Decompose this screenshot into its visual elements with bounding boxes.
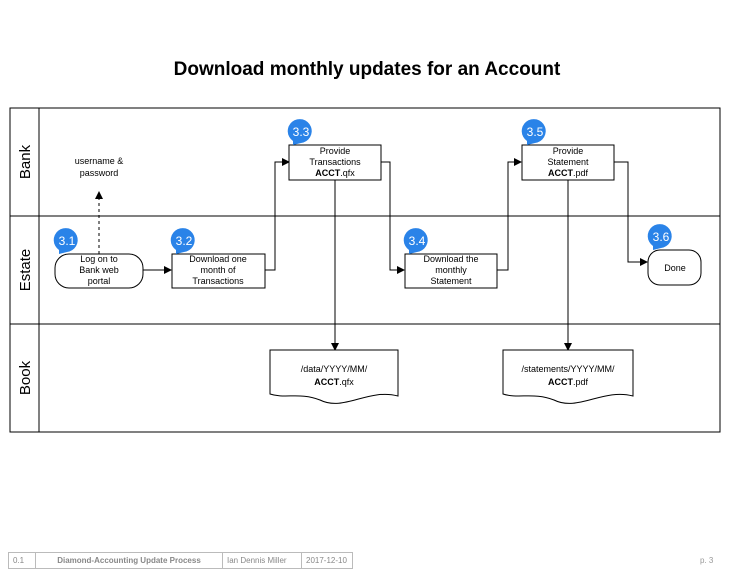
footer-info-bar: 0.1 Diamond-Accounting Update Process Ia… bbox=[8, 552, 353, 569]
step-3.3-line1: Provide bbox=[320, 146, 351, 156]
footer-document-title: Diamond-Accounting Update Process bbox=[35, 552, 223, 569]
step-3.2-line2: month of bbox=[200, 265, 236, 275]
step-3.5-line2: Statement bbox=[547, 157, 589, 167]
document-transactions-file-bold: ACCT bbox=[314, 377, 339, 387]
step-3.4-line1: Download the bbox=[423, 254, 478, 264]
document-transactions-path: /data/YYYY/MM/ bbox=[301, 364, 368, 374]
badge-3.4-label: 3.4 bbox=[409, 234, 426, 248]
step-3.5-file-ext: .pdf bbox=[573, 168, 589, 178]
step-3.5-file-bold: ACCT bbox=[548, 168, 573, 178]
badge-3.2-label: 3.2 bbox=[176, 234, 193, 248]
step-3.1-line1: Log on to bbox=[80, 254, 118, 264]
step-3.3-file: ACCT.qfx bbox=[315, 168, 355, 178]
page-number: p. 3 bbox=[700, 556, 714, 565]
footer-version: 0.1 bbox=[8, 552, 36, 569]
step-3.4-line2: monthly bbox=[435, 265, 467, 275]
step-3.3-file-bold: ACCT bbox=[315, 168, 340, 178]
step-3.4-download-statement[interactable]: Download the monthly Statement bbox=[404, 253, 498, 289]
step-3.3-line2: Transactions bbox=[309, 157, 361, 167]
step-3.1-logon[interactable]: Log on to Bank web portal bbox=[54, 253, 144, 289]
step-3.1-line3: portal bbox=[88, 276, 111, 286]
step-3.6-label: Done bbox=[664, 263, 686, 273]
step-3.5-provide-statement[interactable]: Provide Statement ACCT.pdf bbox=[521, 144, 615, 181]
document-statement-path: /statements/YYYY/MM/ bbox=[521, 364, 615, 374]
step-3.3-file-ext: .qfx bbox=[340, 168, 355, 178]
step-3.2-line1: Download one bbox=[189, 254, 247, 264]
step-3.5-file: ACCT.pdf bbox=[548, 168, 589, 178]
badge-3.5-label: 3.5 bbox=[527, 125, 544, 139]
document-statement-file-ext: .pdf bbox=[573, 377, 589, 387]
swimlane-diagram: Bank Estate Book username & password Log… bbox=[9, 107, 721, 433]
footer-date: 2017-12-10 bbox=[301, 552, 353, 569]
lane-label-book: Book bbox=[17, 360, 34, 395]
step-3.2-download-transactions[interactable]: Download one month of Transactions bbox=[171, 253, 266, 289]
annotation-credentials-line2: password bbox=[80, 168, 119, 178]
lane-label-estate: Estate bbox=[17, 249, 34, 292]
document-transactions-file: ACCT.qfx bbox=[314, 377, 354, 387]
step-3.5-line1: Provide bbox=[553, 146, 584, 156]
lane-label-bank: Bank bbox=[17, 144, 34, 179]
step-3.3-provide-transactions[interactable]: Provide Transactions ACCT.qfx bbox=[288, 144, 382, 181]
step-3.2-line3: Transactions bbox=[192, 276, 244, 286]
document-transactions-file-ext: .qfx bbox=[339, 377, 354, 387]
document-statement-file: ACCT.pdf bbox=[548, 377, 589, 387]
annotation-credentials-line1: username & bbox=[75, 156, 124, 166]
badge-3.1-label: 3.1 bbox=[59, 234, 76, 248]
step-3.4-line3: Statement bbox=[430, 276, 472, 286]
badge-3.3-label: 3.3 bbox=[293, 125, 310, 139]
step-3.1-line2: Bank web bbox=[79, 265, 119, 275]
document-statement-file-bold: ACCT bbox=[548, 377, 573, 387]
badge-3.6-label: 3.6 bbox=[653, 230, 670, 244]
footer-author: Ian Dennis Miller bbox=[222, 552, 302, 569]
step-3.6-done[interactable]: Done bbox=[647, 249, 702, 286]
